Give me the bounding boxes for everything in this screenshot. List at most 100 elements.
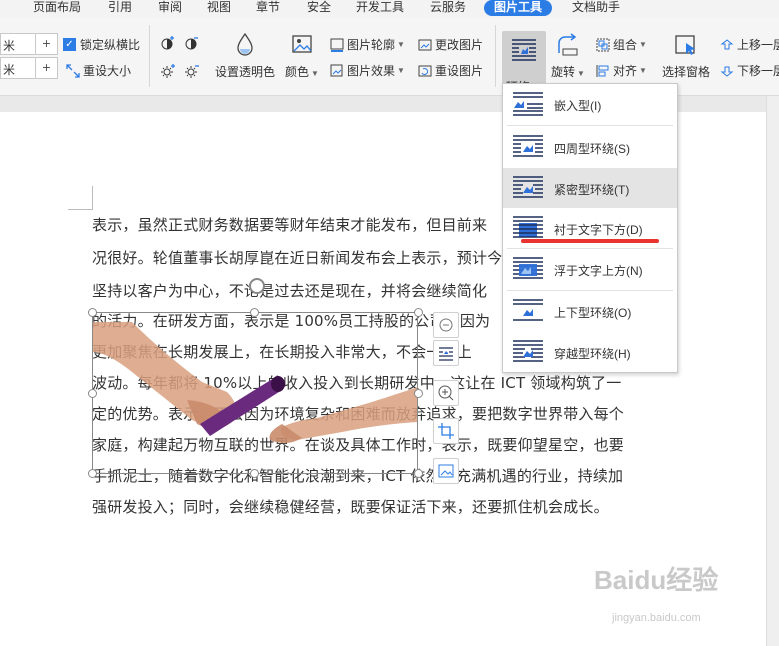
wrap-top-bottom-icon	[511, 297, 545, 325]
align-label: 对齐	[613, 64, 638, 78]
color-button[interactable]: 颜色 ▼	[282, 31, 322, 80]
tab-chapter[interactable]: 章节	[256, 0, 280, 16]
menu-item-through[interactable]: 穿越型环绕(H)	[503, 332, 677, 372]
width-field[interactable]: 米 +	[0, 57, 58, 79]
lock-ratio-checkbox[interactable]: ✓ 锁定纵横比	[63, 36, 140, 53]
send-backward-button[interactable]: 下移一层	[720, 62, 779, 79]
vertical-scrollbar[interactable]	[766, 96, 779, 646]
brightness-up-icon	[160, 63, 175, 78]
resize-handle-right[interactable]	[414, 389, 423, 398]
tab-cloud[interactable]: 云服务	[430, 0, 466, 16]
document-line: 坚持以客户为中心，不论是过去还是现在，并将会继续简化	[92, 282, 488, 300]
height-increase-button[interactable]: +	[35, 34, 57, 54]
menu-item-top-bottom[interactable]: 上下型环绕(O)	[503, 291, 677, 331]
tab-review[interactable]: 审阅	[158, 0, 182, 16]
resize-handle-top-right[interactable]	[414, 308, 423, 317]
align-button[interactable]: 对齐 ▼	[596, 62, 647, 79]
minus-circle-icon	[439, 318, 453, 332]
resize-handle-top[interactable]	[250, 308, 259, 317]
contrast-down-icon	[184, 35, 198, 50]
reset-size-icon	[66, 63, 80, 78]
float-picture-button[interactable]	[433, 458, 459, 484]
increase-brightness-button[interactable]	[160, 63, 177, 78]
menu-item-label: 浮于文字上方(N)	[554, 264, 643, 278]
document-line: 强研发投入；同时，会继续稳健经营，既要保证活下来，还要抓住机会成长。	[92, 498, 609, 516]
group-icon	[596, 38, 610, 52]
rotate-button[interactable]: 旋转 ▼	[550, 31, 586, 80]
reset-size-label: 重设大小	[83, 64, 132, 78]
wrap-inline-icon	[511, 90, 545, 118]
float-layout-button[interactable]	[433, 340, 459, 366]
menu-item-label: 嵌入型(I)	[554, 99, 602, 113]
resize-handle-bottom-left[interactable]	[88, 469, 97, 478]
baidu-watermark-logo: Baidu经验	[594, 565, 719, 595]
bring-forward-button[interactable]: 上移一层	[720, 36, 779, 53]
height-field[interactable]: 米 +	[0, 33, 58, 55]
send-backward-label: 下移一层	[737, 64, 779, 78]
tab-doc-assistant[interactable]: 文档助手	[572, 0, 620, 16]
align-icon	[596, 64, 610, 78]
width-increase-button[interactable]: +	[35, 58, 57, 78]
decrease-contrast-button[interactable]	[184, 35, 201, 50]
rotate-handle[interactable]	[249, 278, 265, 294]
divider	[495, 25, 496, 87]
reset-picture-button[interactable]: 重设图片	[418, 62, 483, 79]
resize-handle-left[interactable]	[88, 389, 97, 398]
color-label: 颜色	[285, 65, 310, 79]
resize-handle-bottom[interactable]	[250, 469, 259, 478]
selected-image-frame[interactable]	[92, 312, 418, 474]
margin-corner-mark	[68, 209, 93, 210]
menu-item-label: 四周型环绕(S)	[554, 142, 630, 156]
reset-picture-label: 重设图片	[435, 64, 484, 78]
picture-frame-icon	[438, 464, 454, 478]
tab-view[interactable]: 视图	[207, 0, 231, 16]
checkbox-checked-icon: ✓	[63, 38, 76, 51]
menu-item-label: 上下型环绕(O)	[554, 306, 632, 320]
tab-picture-tools[interactable]: 图片工具	[484, 0, 553, 16]
tab-page-layout[interactable]: 页面布局	[33, 0, 81, 16]
picture-effect-button[interactable]: 图片效果 ▼	[330, 62, 405, 79]
chevron-down-icon: ▼	[397, 40, 405, 49]
brightness-down-icon	[184, 63, 199, 78]
document-line: 况很好。轮值董事长胡厚崑在近日新闻发布会上表示，预计今	[92, 249, 503, 267]
menu-item-label: 紧密型环绕(T)	[554, 183, 630, 197]
chevron-down-icon: ▼	[397, 66, 405, 75]
menu-item-tight[interactable]: 紧密型环绕(T)	[503, 168, 677, 208]
tab-references[interactable]: 引用	[108, 0, 132, 16]
rotate-label: 旋转	[551, 65, 576, 79]
float-crop-button[interactable]	[433, 418, 459, 444]
wrap-tight-icon	[511, 174, 545, 202]
droplet-icon	[231, 31, 259, 59]
resize-handle-bottom-right[interactable]	[414, 469, 423, 478]
float-zoom-button[interactable]	[433, 380, 459, 406]
bring-forward-icon	[720, 38, 734, 52]
change-picture-icon	[418, 38, 432, 52]
menu-item-in-front-of-text[interactable]: 浮于文字上方(N)	[503, 249, 677, 289]
chevron-down-icon: ▼	[639, 66, 647, 75]
menu-item-square[interactable]: 四周型环绕(S)	[503, 127, 677, 167]
layout-options-icon	[439, 347, 453, 361]
increase-contrast-button[interactable]	[160, 35, 177, 50]
change-picture-button[interactable]: 更改图片	[418, 36, 483, 53]
baidu-watermark-url: jingyan.baidu.com	[612, 612, 701, 624]
menu-tab-bar: 页面布局 引用 审阅 视图 章节 安全 开发工具 云服务 图片工具 文档助手	[0, 0, 779, 17]
rotate-icon	[554, 31, 582, 59]
document-line: 表示，虽然正式财务数据要等财年结束才能发布，但目前来	[92, 216, 488, 234]
resize-handle-top-left[interactable]	[88, 308, 97, 317]
set-transparent-label: 设置透明色	[214, 65, 275, 79]
chevron-down-icon: ▼	[577, 69, 585, 78]
decrease-brightness-button[interactable]	[184, 63, 201, 78]
tab-security[interactable]: 安全	[307, 0, 331, 16]
picture-outline-button[interactable]: 图片轮廓 ▼	[330, 36, 405, 53]
menu-separator	[507, 125, 673, 126]
menu-item-inline[interactable]: 嵌入型(I)	[503, 84, 677, 124]
selection-pane-icon	[672, 31, 700, 59]
reset-size-button[interactable]: 重设大小	[66, 62, 131, 79]
tab-developer[interactable]: 开发工具	[356, 0, 404, 16]
set-transparent-color-button[interactable]: 设置透明色	[212, 31, 278, 80]
menu-item-label: 穿越型环绕(H)	[554, 347, 631, 361]
float-collapse-button[interactable]	[433, 312, 459, 338]
wrap-square-icon	[511, 133, 545, 161]
group-button[interactable]: 组合 ▼	[596, 36, 647, 53]
selection-pane-button[interactable]: 选择窗格	[660, 31, 712, 80]
